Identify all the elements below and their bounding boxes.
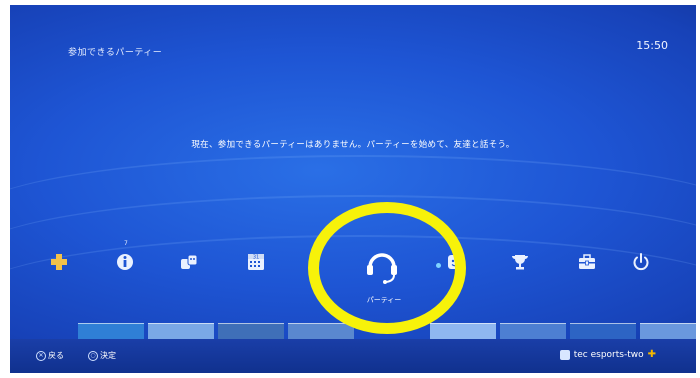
user-avatar-icon [559, 349, 570, 360]
cross-button-icon: ✕ [36, 350, 46, 361]
user-info[interactable]: tec esports-two ✚ [559, 349, 656, 360]
enter-label: 決定 [100, 351, 116, 360]
trophy-icon[interactable] [509, 251, 531, 273]
empty-party-message: 現在、参加できるパーティーはありません。パーティーを始めて、友達と話そう。 [191, 140, 515, 150]
clock: 15:50 [636, 39, 668, 52]
calendar-date: 31 [253, 254, 259, 260]
power-icon[interactable] [630, 251, 652, 273]
screen-title: 参加できるパーティー [68, 48, 163, 58]
enter-hint[interactable]: ○ 決定 [88, 350, 116, 361]
plus-member-icon: ✚ [647, 349, 656, 360]
playstation-plus-icon[interactable] [48, 251, 70, 273]
bottom-bar: ✕ 戻る ○ 決定 tec esports-two ✚ [10, 339, 696, 373]
user-name: tec esports-two [573, 349, 644, 360]
back-label: 戻る [48, 351, 64, 360]
highlight-ring [308, 202, 466, 334]
calendar-icon[interactable]: 31 [245, 251, 267, 273]
info-icon[interactable] [114, 251, 136, 273]
friends-icon[interactable] [178, 251, 200, 273]
circle-button-icon: ○ [88, 350, 98, 361]
toolbox-icon[interactable] [576, 251, 598, 273]
notification-badge: 7 [124, 240, 128, 247]
back-hint[interactable]: ✕ 戻る [36, 350, 64, 361]
